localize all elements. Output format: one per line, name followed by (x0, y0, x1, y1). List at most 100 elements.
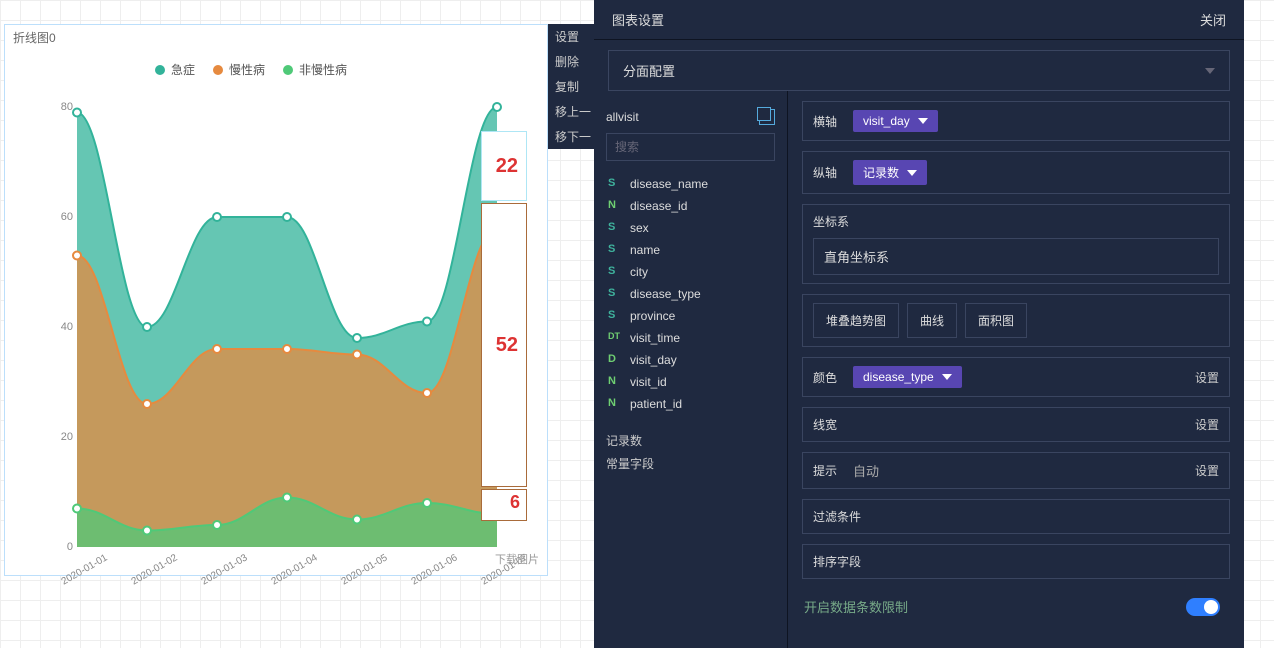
field-type-badge: N (608, 375, 622, 389)
download-image-link[interactable]: 下载图片 (495, 551, 539, 567)
field-type-badge: N (608, 199, 622, 213)
chart-title: 折线图0 (13, 29, 56, 46)
field-constant[interactable]: 常量字段 (606, 452, 775, 475)
field-type-badge: S (608, 177, 622, 191)
legend-item-0[interactable]: 急症 (155, 61, 195, 78)
chevron-down-icon (1205, 68, 1215, 74)
field-item-disease_id[interactable]: Ndisease_id (606, 195, 775, 217)
field-item-disease_name[interactable]: Sdisease_name (606, 173, 775, 195)
legend-item-1[interactable]: 慢性病 (213, 61, 265, 78)
context-menu: 设置 删除 复制 移上一 移下一 (548, 24, 596, 149)
menu-item-move-down[interactable]: 移下一 (548, 124, 596, 149)
menu-item-delete[interactable]: 删除 (548, 49, 596, 74)
chevron-down-icon (942, 374, 952, 380)
field-search-input[interactable] (606, 133, 775, 161)
field-item-name[interactable]: Sname (606, 239, 775, 261)
color-config: 颜色 disease_type 设置 (802, 357, 1230, 397)
filter-config[interactable]: 过滤条件 (802, 499, 1230, 534)
filter-label: 过滤条件 (813, 508, 861, 525)
field-list-column: allvisit Sdisease_nameNdisease_idSsexSna… (594, 91, 788, 648)
field-name: disease_name (630, 177, 708, 191)
sort-config[interactable]: 排序字段 (802, 544, 1230, 579)
settings-header: 图表设置 关闭 (594, 0, 1244, 40)
tooltip-settings-link[interactable]: 设置 (1195, 462, 1219, 479)
field-name: province (630, 309, 675, 323)
facet-config-collapse[interactable]: 分面配置 (608, 50, 1230, 91)
color-pill[interactable]: disease_type (853, 366, 962, 388)
field-record-count[interactable]: 记录数 (606, 429, 775, 452)
facet-label: 分面配置 (623, 61, 675, 80)
chart-type-curve[interactable]: 曲线 (907, 303, 957, 338)
field-name: city (630, 265, 648, 279)
row-limit-label: 开启数据条数限制 (804, 597, 908, 616)
line-width-settings-link[interactable]: 设置 (1195, 416, 1219, 433)
legend-label: 急症 (171, 61, 195, 78)
tooltip-value: 自动 (853, 461, 879, 480)
x-axis-pill[interactable]: visit_day (853, 110, 938, 132)
color-label: 颜色 (813, 369, 843, 386)
coord-value-box[interactable]: 直角坐标系 (813, 238, 1219, 275)
chevron-down-icon (907, 170, 917, 176)
color-value: disease_type (863, 370, 934, 384)
row-limit-config: 开启数据条数限制 (802, 589, 1230, 624)
annotation-value-0: 22 (481, 131, 527, 201)
copy-icon[interactable] (759, 109, 775, 125)
field-item-disease_type[interactable]: Sdisease_type (606, 283, 775, 305)
field-list: Sdisease_nameNdisease_idSsexSnameScitySd… (606, 173, 775, 415)
settings-title: 图表设置 (612, 10, 664, 29)
legend-dot-icon (213, 65, 223, 75)
field-name: sex (630, 221, 649, 235)
x-axis-value: visit_day (863, 114, 910, 128)
legend-label: 慢性病 (229, 61, 265, 78)
field-item-visit_id[interactable]: Nvisit_id (606, 371, 775, 393)
menu-item-copy[interactable]: 复制 (548, 74, 596, 99)
field-item-visit_day[interactable]: Dvisit_day (606, 349, 775, 371)
legend-label: 非慢性病 (299, 61, 347, 78)
menu-item-move-up[interactable]: 移上一 (548, 99, 596, 124)
close-button[interactable]: 关闭 (1200, 10, 1226, 29)
tooltip-label: 提示 (813, 462, 843, 479)
field-item-visit_time[interactable]: DT visit_time (606, 327, 775, 349)
color-settings-link[interactable]: 设置 (1195, 369, 1219, 386)
field-name: visit_id (630, 375, 667, 389)
field-name: name (630, 243, 660, 257)
field-item-patient_id[interactable]: Npatient_id (606, 393, 775, 415)
legend-dot-icon (155, 65, 165, 75)
tooltip-config: 提示 自动 设置 (802, 452, 1230, 489)
field-type-badge: S (608, 309, 622, 323)
x-axis-label: 横轴 (813, 113, 843, 130)
field-type-badge: S (608, 243, 622, 257)
field-type-badge: DT (608, 331, 622, 345)
y-tick: 60 (49, 211, 73, 223)
y-axis-config: 纵轴 记录数 (802, 151, 1230, 194)
field-name: visit_day (630, 353, 677, 367)
line-width-label: 线宽 (813, 416, 843, 433)
field-name: visit_time (630, 331, 680, 345)
field-item-sex[interactable]: Ssex (606, 217, 775, 239)
field-name: disease_id (630, 199, 687, 213)
chart-type-stacked[interactable]: 堆叠趋势图 (813, 303, 899, 338)
field-type-badge: S (608, 221, 622, 235)
line-width-config: 线宽 设置 (802, 407, 1230, 442)
chart-settings-panel: 图表设置 关闭 分面配置 allvisit Sdisease_nameNdise… (594, 0, 1244, 648)
field-item-province[interactable]: Sprovince (606, 305, 775, 327)
y-axis-pill[interactable]: 记录数 (853, 160, 927, 185)
legend-item-2[interactable]: 非慢性病 (283, 61, 347, 78)
y-tick: 80 (49, 101, 73, 113)
menu-item-settings[interactable]: 设置 (548, 24, 596, 49)
field-type-badge: S (608, 265, 622, 279)
field-type-badge: D (608, 353, 622, 367)
field-type-badge: S (608, 287, 622, 301)
field-name: disease_type (630, 287, 701, 301)
y-axis-value: 记录数 (863, 164, 899, 181)
config-column: 横轴 visit_day 纵轴 记录数 坐标系 直角坐标系 堆叠趋势 (788, 91, 1244, 648)
chart-type-area[interactable]: 面积图 (965, 303, 1027, 338)
chart-legend: 急症 慢性病 非慢性病 (155, 61, 347, 78)
field-item-city[interactable]: Scity (606, 261, 775, 283)
y-tick: 40 (49, 321, 73, 333)
chart-type-config: 堆叠趋势图 曲线 面积图 (802, 294, 1230, 347)
annotation-value-1: 52 (481, 203, 527, 487)
y-tick: 0 (49, 541, 73, 553)
chart-panel[interactable]: 折线图0 急症 慢性病 非慢性病 0204060802020-01-012020… (4, 24, 548, 576)
row-limit-toggle[interactable] (1186, 598, 1220, 616)
